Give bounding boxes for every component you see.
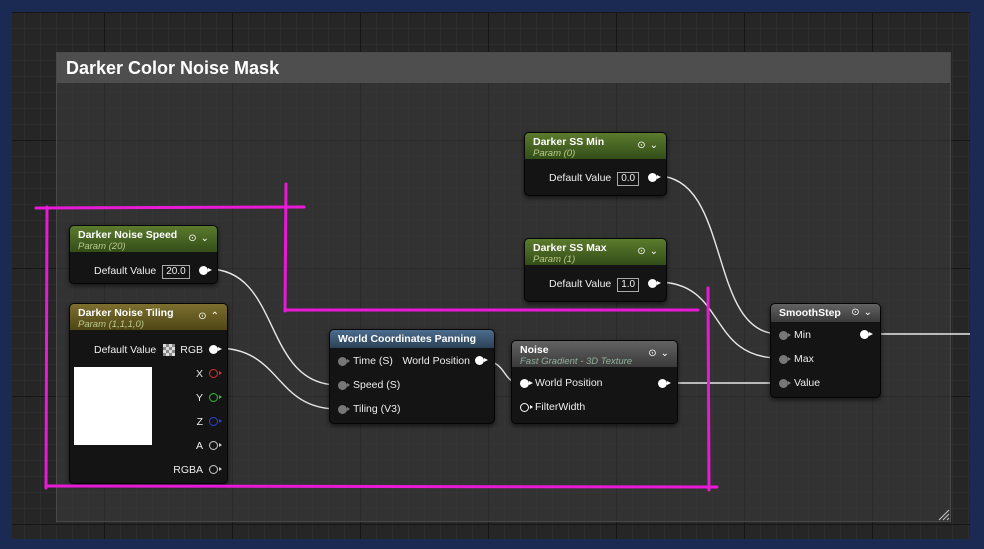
node-header[interactable]: Noise Fast Gradient - 3D Texture ⊙ ⌄ (512, 341, 677, 367)
chevron-down-icon[interactable]: ⌄ (864, 307, 872, 318)
input-pin-filterwidth[interactable] (520, 403, 533, 412)
output-label: RGBA (173, 464, 203, 476)
output-label: Z (196, 416, 203, 428)
input-pin-value[interactable] (779, 379, 791, 388)
node-darker-ss-min[interactable]: Darker SS Min Param (0) ⊙ ⌄ Default Value… (524, 132, 667, 196)
node-header[interactable]: Darker SS Max Param (1) ⊙ ⌄ (525, 239, 666, 265)
node-smoothstep[interactable]: SmoothStep ⊙ ⌄ Min Max Value (770, 303, 881, 398)
input-label: World Position (535, 377, 603, 389)
input-label: Speed (S) (353, 379, 401, 391)
default-value-label: Default Value (94, 265, 157, 277)
input-pin-world-position[interactable] (520, 379, 533, 388)
output-pin[interactable] (648, 173, 661, 182)
node-darker-noise-speed[interactable]: Darker Noise Speed Param (20) ⊙ ⌄ Default… (69, 225, 218, 284)
output-pin[interactable] (648, 279, 661, 288)
input-label: Tiling (V3) (353, 403, 401, 415)
node-header[interactable]: World Coordinates Panning (330, 330, 494, 348)
circle-arrow-icon[interactable]: ⊙ (637, 140, 645, 151)
circle-arrow-icon[interactable]: ⊙ (851, 307, 859, 318)
default-value-field[interactable]: 1.0 (617, 278, 640, 292)
chevron-down-icon[interactable]: ⌄ (650, 140, 658, 151)
input-pin-tiling[interactable] (338, 405, 350, 414)
color-swatch[interactable] (163, 344, 176, 357)
wire-ss-min (656, 175, 780, 335)
default-value-label: Default Value (549, 172, 612, 184)
output-pin-z[interactable] (209, 417, 222, 426)
default-value-label: Default Value (549, 278, 612, 290)
texture-preview (74, 367, 152, 445)
output-pin-x[interactable] (209, 369, 222, 378)
output-label: World Position (402, 355, 470, 367)
node-header[interactable]: Darker SS Min Param (0) ⊙ ⌄ (525, 133, 666, 159)
chevron-down-icon[interactable]: ⌄ (201, 233, 209, 244)
chevron-down-icon[interactable]: ⌄ (661, 348, 669, 359)
output-label: X (195, 368, 203, 380)
input-pin-max[interactable] (779, 355, 791, 364)
output-pin-world-position[interactable] (475, 356, 488, 365)
node-header[interactable]: SmoothStep ⊙ ⌄ (771, 304, 880, 322)
node-noise[interactable]: Noise Fast Gradient - 3D Texture ⊙ ⌄ Worl… (511, 340, 678, 424)
circle-arrow-icon[interactable]: ⊙ (637, 246, 645, 257)
circle-arrow-icon[interactable]: ⊙ (188, 233, 196, 244)
input-label: Min (794, 329, 811, 341)
output-pin[interactable] (199, 266, 212, 275)
output-pin-a[interactable] (209, 441, 222, 450)
input-pin-min[interactable] (779, 331, 791, 340)
output-pin-y[interactable] (209, 393, 222, 402)
output-label: RGB (180, 344, 203, 356)
chevron-up-icon[interactable]: ⌃ (211, 311, 219, 322)
output-label: A (195, 440, 203, 452)
output-pin-rgb[interactable] (209, 345, 222, 354)
input-label: Value (794, 377, 821, 389)
node-header[interactable]: Darker Noise Tiling Param (1,1,1,0) ⊙ ⌃ (70, 304, 227, 330)
node-header[interactable]: Darker Noise Speed Param (20) ⊙ ⌄ (70, 226, 217, 252)
output-pin-rgba[interactable] (209, 465, 222, 474)
output-pin[interactable] (860, 330, 873, 339)
wire-tiling (216, 347, 339, 410)
circle-arrow-icon[interactable]: ⊙ (198, 311, 206, 322)
default-value-field[interactable]: 20.0 (162, 265, 190, 279)
default-value-label: Default Value (94, 344, 157, 356)
circle-arrow-icon[interactable]: ⊙ (648, 348, 656, 359)
chevron-down-icon[interactable]: ⌄ (650, 246, 658, 257)
input-pin-time[interactable] (338, 357, 350, 366)
node-darker-ss-max[interactable]: Darker SS Max Param (1) ⊙ ⌄ Default Value… (524, 238, 667, 302)
output-pin[interactable] (658, 379, 671, 388)
node-darker-noise-tiling[interactable]: Darker Noise Tiling Param (1,1,1,0) ⊙ ⌃ D… (69, 303, 228, 484)
output-label: Y (195, 392, 203, 404)
node-title: World Coordinates Panning (338, 333, 477, 345)
input-label: FilterWidth (535, 401, 586, 413)
input-label: Max (794, 353, 814, 365)
node-world-coordinates-panning[interactable]: World Coordinates Panning Time (S) World… (329, 329, 495, 424)
default-value-field[interactable]: 0.0 (617, 172, 640, 186)
input-label: Time (S) (353, 355, 393, 367)
material-graph-canvas[interactable]: Darker Color Noise Mask Darker Noise Spe… (12, 12, 970, 539)
input-pin-speed[interactable] (338, 381, 350, 390)
